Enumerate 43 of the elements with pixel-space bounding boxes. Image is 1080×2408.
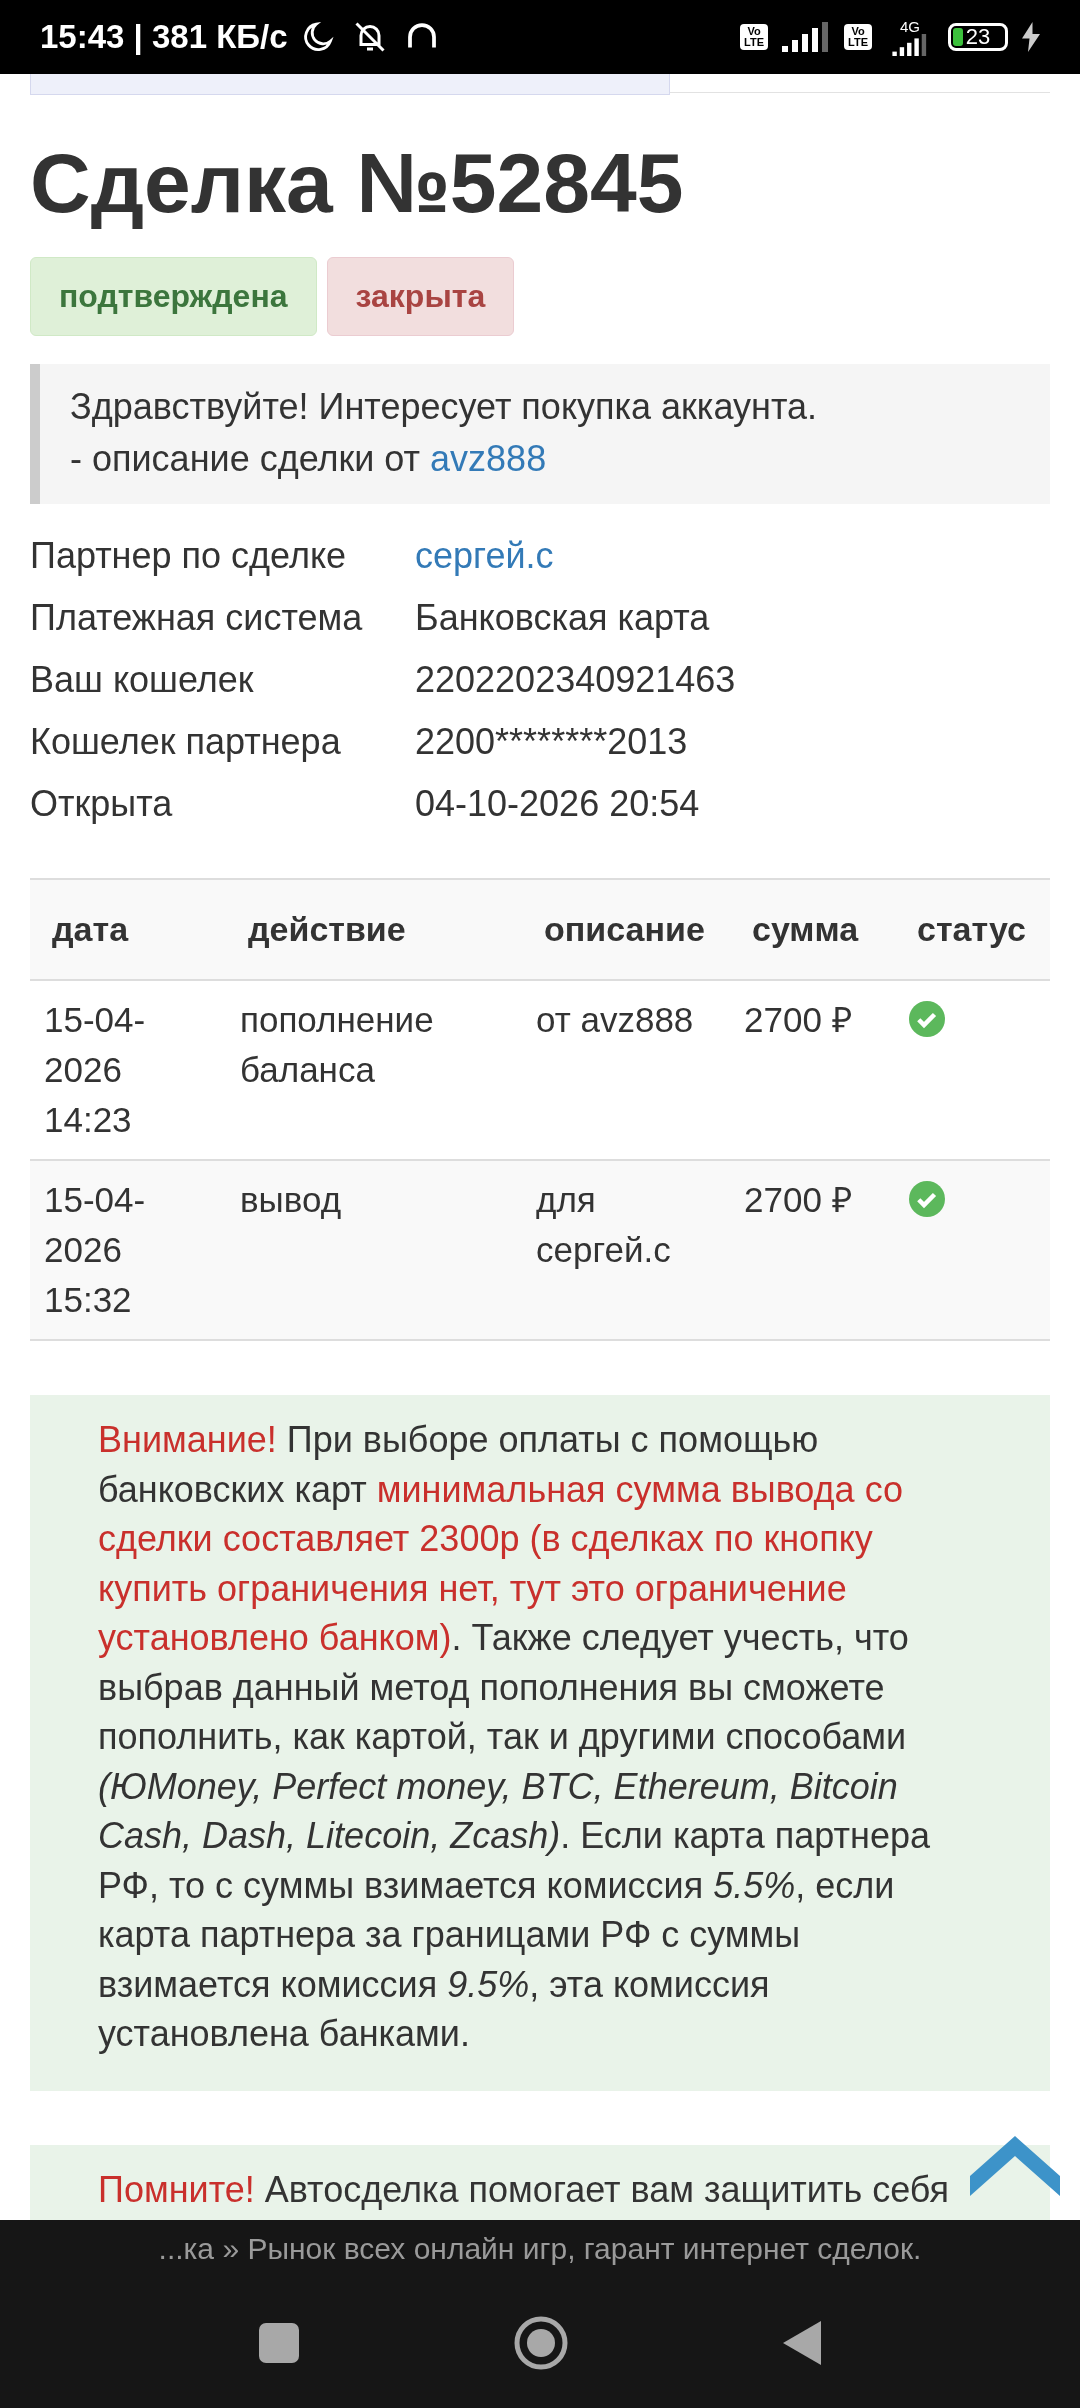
status-label: подтверждена: [30, 257, 317, 336]
column-header: описание: [522, 879, 730, 980]
quote-caption: - описание сделки от avz888: [70, 438, 548, 480]
column-header: дата: [30, 879, 226, 980]
status-time: 15:43 | 381 КБ/с: [40, 18, 288, 56]
table-cell: для сергей.с: [522, 1160, 730, 1340]
detail-value: 2202202340921463: [415, 658, 737, 702]
column-header: статус: [895, 879, 1050, 980]
table-cell: пополнение баланса: [226, 980, 522, 1160]
notice-text: Внимание! При выборе оплаты с помощью банковских карт минимальная сумма вывода со сделки составляет 2300р (в сделках по кнопку купить ограничения нет, тут это ограничение установлено банком). Также следует учесть, что выбрав данный метод пополнения вы сможете пополнить, как картой, так и другими способами (ЮMoney, Perfect money, BTC, Ethereum, Bitcoin Cash, Dash, Litecoin, Zcash). Если карта партнера РФ, то с суммы взимается комиссия 5.5%, если карта партнера за границами РФ с суммы взимается комиссия 9.5%, эта комиссия установлена банками.: [30, 1395, 1050, 2091]
page-title: ...ка » Рынок всех онлайн игр, гарант интернет сделок.: [158, 2232, 922, 2266]
table-cell: 15-04-2026 15:32: [30, 1160, 226, 1340]
detail-label: Партнер по сделке: [30, 534, 348, 578]
deal-title: Сделка №52845: [30, 135, 685, 231]
detail-value: 2200********2013: [415, 720, 689, 764]
moon-icon: [301, 20, 336, 54]
detail-label: Открыта: [30, 782, 174, 826]
detail-value: 04-10-2026 20:54: [415, 782, 701, 826]
detail-label: Платежная система: [30, 596, 364, 640]
volte-icon: Vo LTE: [844, 24, 872, 50]
signal-icon: [782, 22, 831, 52]
detail-label: Ваш кошелек: [30, 658, 255, 702]
detail-value: Банковская карта: [415, 596, 711, 640]
table-cell: от avz888: [522, 980, 730, 1160]
notice-text: Помните! Автосделка помогает вам защитить себя: [30, 2144, 1050, 2220]
battery-icon: 23: [948, 23, 1008, 51]
table-cell: 2700 ₽: [730, 980, 895, 1160]
back-icon[interactable]: [783, 2321, 821, 2365]
status-label: закрыта: [326, 257, 515, 336]
column-header: действие: [226, 879, 522, 980]
detail-label: Кошелек партнера: [30, 720, 342, 764]
table-cell: вывод: [226, 1160, 522, 1340]
volte-icon: Vo LTE: [740, 24, 769, 50]
author-link[interactable]: avz888: [430, 438, 547, 479]
recents-icon[interactable]: [259, 2323, 299, 2363]
network-type: 4G: [900, 18, 920, 34]
quote-text: Здравствуйте! Интересует покупка аккаунта.: [70, 386, 819, 428]
column-header: сумма: [730, 879, 895, 980]
home-icon[interactable]: [514, 2316, 568, 2370]
scroll-up-icon[interactable]: [970, 2136, 1060, 2196]
table-cell: 2700 ₽: [730, 1160, 895, 1340]
partner-link[interactable]: сергей.с: [415, 534, 1050, 578]
table-cell: 15-04-2026 14:23: [30, 980, 226, 1160]
